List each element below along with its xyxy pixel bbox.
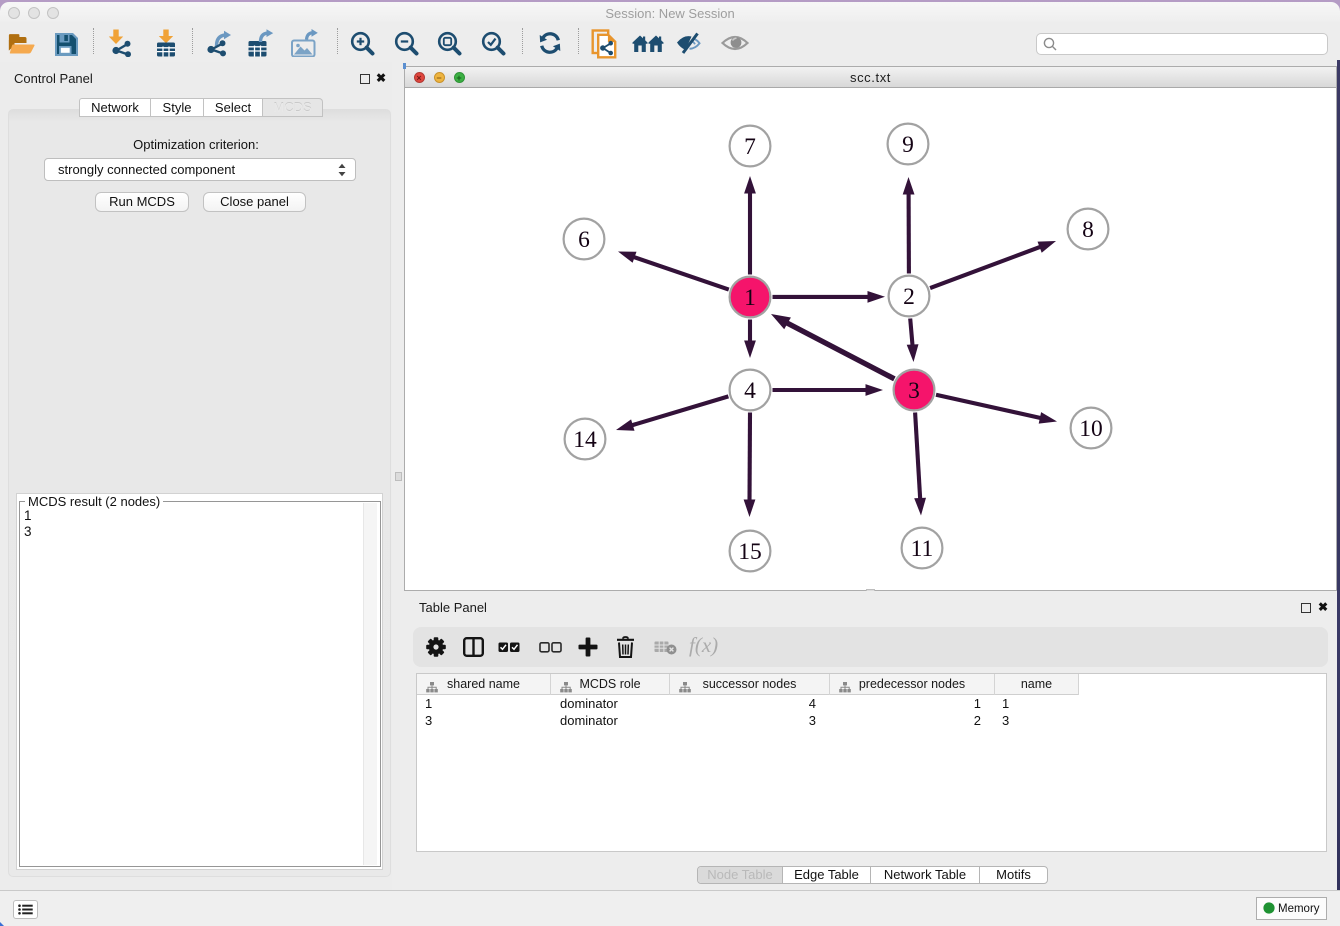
svg-text:10: 10 <box>1079 416 1103 442</box>
svg-text:6: 6 <box>578 227 590 253</box>
svg-text:2: 2 <box>903 284 915 310</box>
svg-text:1: 1 <box>744 285 756 311</box>
svg-text:15: 15 <box>738 539 762 565</box>
svg-text:8: 8 <box>1082 217 1094 243</box>
svg-text:3: 3 <box>908 378 920 404</box>
svg-text:14: 14 <box>573 427 597 453</box>
svg-text:4: 4 <box>744 378 756 404</box>
svg-text:7: 7 <box>744 134 756 160</box>
svg-text:11: 11 <box>911 536 934 562</box>
svg-text:9: 9 <box>902 132 914 158</box>
